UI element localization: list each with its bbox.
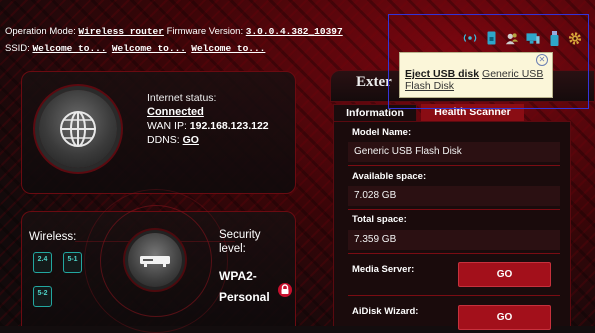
band-5ghz-1-icon[interactable]: 5-1 bbox=[63, 252, 82, 273]
media-server-label: Media Server: bbox=[352, 264, 415, 275]
ssid-link-3[interactable]: Welcome to... bbox=[191, 43, 265, 54]
router-icon-button[interactable] bbox=[128, 233, 182, 287]
ssid-link-1[interactable]: Welcome to... bbox=[32, 43, 106, 54]
divider bbox=[348, 165, 560, 166]
total-space-label: Total space: bbox=[352, 214, 407, 225]
band-5ghz-2-icon[interactable]: 5-2 bbox=[33, 286, 52, 307]
ssid-label: SSID: bbox=[5, 43, 30, 54]
band-5-2-text: 5-2 bbox=[37, 290, 48, 297]
ssid-link-2[interactable]: Welcome to... bbox=[112, 43, 186, 54]
lock-icon bbox=[278, 283, 292, 297]
eject-usb-popup: ✕ Eject USB disk Generic USB Flash Disk bbox=[399, 52, 553, 98]
internet-globe[interactable] bbox=[39, 90, 117, 168]
security-level-value: WPA2- Personal bbox=[219, 266, 270, 308]
wan-ip-value: 192.168.123.122 bbox=[189, 120, 269, 132]
model-name-label: Model Name: bbox=[352, 127, 412, 138]
wireless-label: Wireless: bbox=[29, 231, 77, 243]
band-5-1-text: 5-1 bbox=[67, 256, 78, 263]
security-value-line2: Personal bbox=[219, 290, 270, 304]
available-space-label: Available space: bbox=[352, 171, 427, 182]
globe-icon bbox=[60, 111, 96, 147]
security-level-label: Security level: bbox=[219, 228, 261, 256]
media-server-go-button[interactable]: GO bbox=[458, 262, 551, 287]
divider bbox=[348, 253, 560, 254]
aidisk-wizard-label: AiDisk Wizard: bbox=[352, 306, 419, 317]
firmware-label: Firmware Version: bbox=[166, 26, 244, 37]
ddns-row: DDNS: GO bbox=[147, 133, 269, 147]
internet-status-label: Internet status: bbox=[147, 92, 217, 104]
wan-ip-row: WAN IP: 192.168.123.122 bbox=[147, 119, 269, 133]
wan-ip-label: WAN IP: bbox=[147, 120, 187, 132]
header-info: Operation Mode: Wireless router Firmware… bbox=[5, 23, 343, 57]
ddns-go-link[interactable]: GO bbox=[183, 134, 199, 146]
model-name-value: Generic USB Flash Disk bbox=[348, 142, 560, 162]
available-space-value: 7.028 GB bbox=[348, 186, 560, 206]
internet-status-link[interactable]: Connected bbox=[147, 105, 269, 119]
security-label-line2: level: bbox=[219, 243, 246, 255]
divider bbox=[348, 209, 560, 210]
band-2-4ghz-icon[interactable]: 2.4 bbox=[33, 252, 52, 273]
security-value-line1: WPA2- bbox=[219, 269, 257, 283]
op-mode-link[interactable]: Wireless router bbox=[78, 26, 164, 37]
close-icon[interactable]: ✕ bbox=[536, 54, 548, 66]
firmware-link[interactable]: 3.0.0.4.382_10397 bbox=[246, 26, 343, 37]
ddns-label: DDNS: bbox=[147, 134, 180, 146]
eject-usb-link[interactable]: Eject USB disk bbox=[405, 68, 479, 80]
usb-panel-title: Exter bbox=[356, 74, 392, 90]
op-mode-label: Operation Mode: bbox=[5, 26, 76, 37]
security-label-line1: Security bbox=[219, 229, 261, 241]
internet-status-info: Internet status: Connected WAN IP: 192.1… bbox=[147, 91, 269, 147]
divider bbox=[348, 295, 560, 296]
aidisk-wizard-go-button[interactable]: GO bbox=[458, 305, 551, 330]
band-2-4-text: 2.4 bbox=[37, 256, 48, 263]
total-space-value: 7.359 GB bbox=[348, 230, 560, 250]
router-icon bbox=[140, 256, 170, 267]
